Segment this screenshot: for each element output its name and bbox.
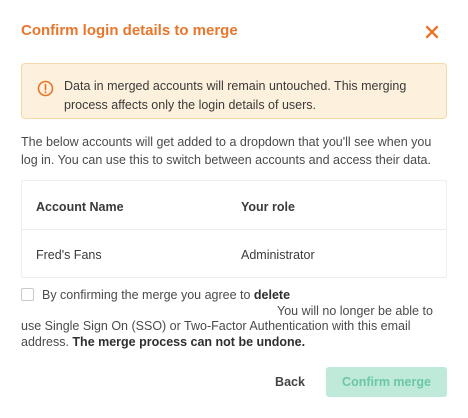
consent-warning: The merge process can not be undone.	[72, 335, 306, 349]
close-button[interactable]	[423, 23, 441, 41]
consent-label: By confirming the merge you agree to del…	[42, 287, 437, 319]
column-header-account-name: Account Name	[36, 200, 124, 214]
consent-line2: You will no longer be able to	[277, 304, 433, 318]
consent-checkbox[interactable]	[21, 288, 34, 301]
back-button[interactable]: Back	[264, 369, 316, 395]
table-header: Account Name Your role	[22, 181, 446, 230]
description-text: The below accounts will get added to a d…	[21, 135, 432, 167]
info-alert: Data in merged accounts will remain unto…	[21, 63, 447, 119]
close-icon	[425, 25, 439, 39]
warning-circle-icon	[37, 80, 54, 97]
role-cell: Administrator	[241, 248, 315, 262]
accounts-table: Account Name Your role Fred's Fans Admin…	[21, 180, 447, 278]
column-header-role: Your role	[241, 200, 295, 214]
confirm-merge-button[interactable]: Confirm merge	[326, 367, 447, 397]
merge-dialog: Confirm login details to merge Data in m…	[0, 0, 468, 418]
consent-details: use Single Sign On (SSO) or Two-Factor A…	[21, 318, 451, 350]
dialog-title: Confirm login details to merge	[21, 22, 238, 39]
consent-prefix: By confirming the merge you agree to	[42, 288, 254, 302]
account-name-cell: Fred's Fans	[36, 248, 102, 262]
consent-bold-word: delete	[253, 288, 291, 302]
alert-text: Data in merged accounts will remain unto…	[64, 79, 407, 112]
table-row: Fred's Fans Administrator	[22, 230, 446, 278]
